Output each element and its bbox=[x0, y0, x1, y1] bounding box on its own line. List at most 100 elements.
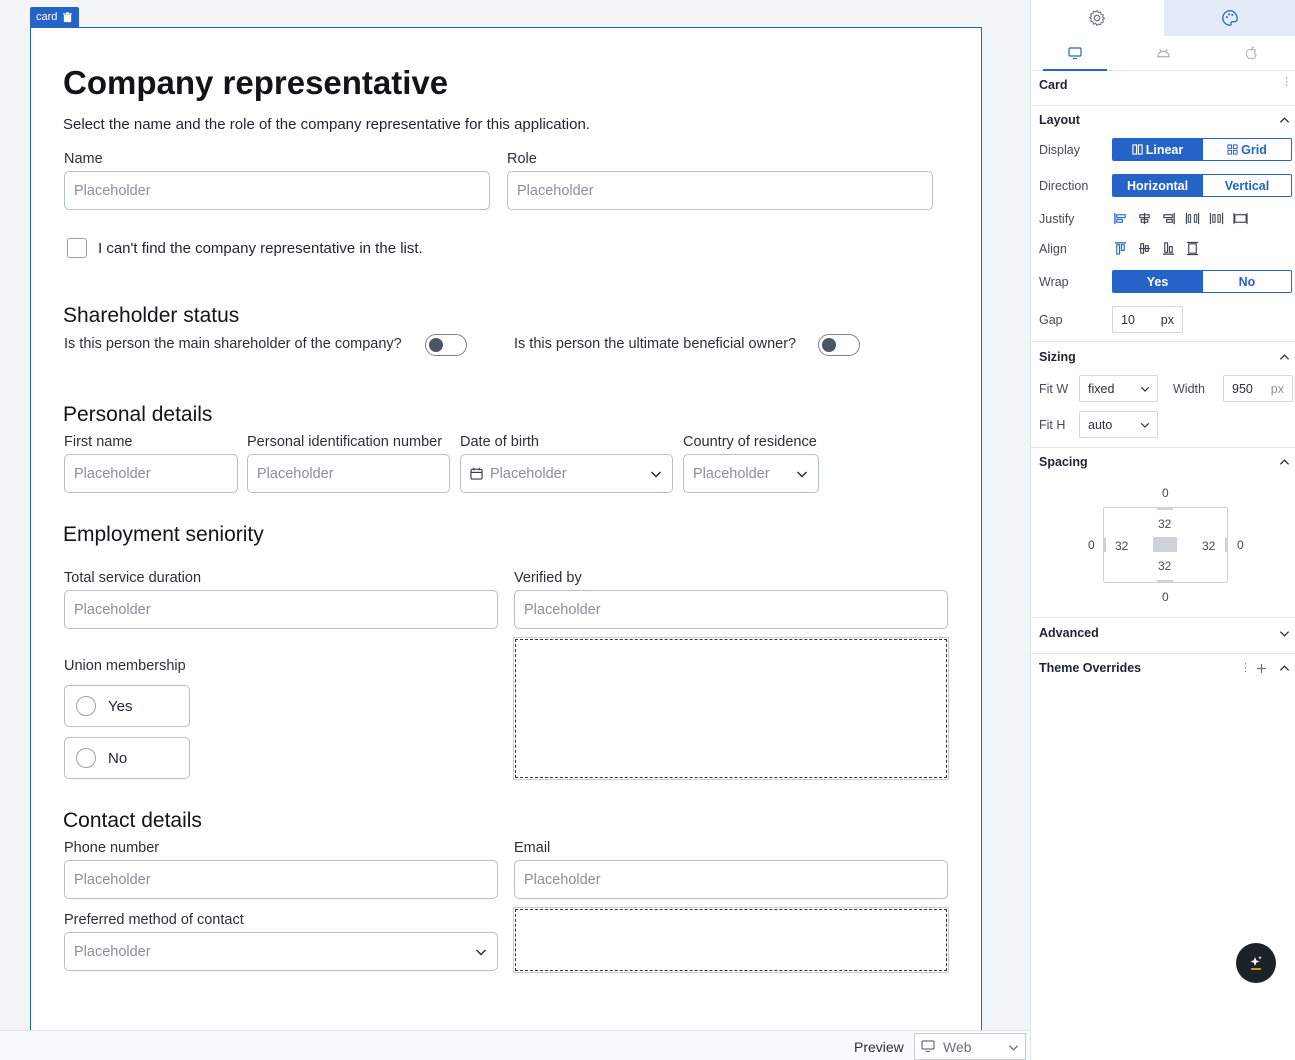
sizing-heading: Sizing bbox=[1039, 350, 1076, 364]
total-service-input[interactable]: Placeholder bbox=[64, 590, 498, 629]
display-label: Display bbox=[1039, 143, 1080, 157]
platform-tabs bbox=[1031, 36, 1295, 71]
align-end-icon[interactable] bbox=[1161, 241, 1176, 256]
chevron-down-icon bbox=[1008, 1045, 1019, 1051]
padding-right-value[interactable]: 32 bbox=[1202, 539, 1215, 553]
more-options-icon[interactable]: ⋮ bbox=[1281, 77, 1292, 88]
role-input[interactable]: Placeholder bbox=[507, 171, 933, 210]
phone-input[interactable]: Placeholder bbox=[64, 860, 498, 899]
padding-top-value[interactable]: 32 bbox=[1158, 517, 1171, 531]
justify-stretch-icon[interactable] bbox=[1233, 211, 1248, 226]
component-name: Card bbox=[1039, 78, 1068, 92]
justify-end-icon[interactable] bbox=[1161, 211, 1176, 226]
margin-bottom-value[interactable]: 0 bbox=[1162, 590, 1169, 604]
margin-left-handle[interactable] bbox=[1103, 538, 1106, 552]
chevron-up-icon[interactable] bbox=[1279, 663, 1290, 674]
direction-vertical-option[interactable]: Vertical bbox=[1202, 175, 1291, 196]
chevron-up-icon[interactable] bbox=[1279, 457, 1290, 468]
role-placeholder: Placeholder bbox=[517, 182, 594, 199]
trash-icon[interactable] bbox=[62, 11, 73, 23]
union-no-label: No bbox=[108, 749, 128, 767]
tab-ios[interactable] bbox=[1208, 36, 1295, 70]
pin-placeholder: Placeholder bbox=[257, 465, 334, 482]
align-center-icon[interactable] bbox=[1137, 241, 1152, 256]
chevron-down-icon bbox=[475, 949, 487, 956]
fit-height-select[interactable]: auto bbox=[1079, 411, 1158, 438]
verified-by-input[interactable]: Placeholder bbox=[514, 590, 948, 629]
width-label: Width bbox=[1173, 382, 1205, 396]
total-service-placeholder: Placeholder bbox=[74, 601, 151, 618]
preferred-contact-select[interactable]: Placeholder bbox=[64, 932, 498, 971]
radio-circle[interactable] bbox=[76, 748, 96, 768]
name-input[interactable]: Placeholder bbox=[64, 171, 490, 210]
align-stretch-icon[interactable] bbox=[1185, 241, 1200, 256]
preferred-contact-label: Preferred method of contact bbox=[64, 912, 244, 928]
display-grid-option[interactable]: Grid bbox=[1202, 139, 1291, 160]
justify-space-around-icon[interactable] bbox=[1209, 211, 1224, 226]
justify-space-between-icon[interactable] bbox=[1185, 211, 1200, 226]
margin-bottom-handle[interactable] bbox=[1157, 580, 1173, 583]
preview-device-value: Web bbox=[943, 1038, 972, 1055]
phone-label: Phone number bbox=[64, 840, 160, 856]
email-label: Email bbox=[514, 840, 551, 856]
padding-bottom-value[interactable]: 32 bbox=[1158, 559, 1171, 573]
wrap-segmented: Yes No bbox=[1112, 270, 1292, 293]
width-input[interactable]: 950 px bbox=[1223, 375, 1293, 402]
margin-right-value[interactable]: 0 bbox=[1237, 538, 1244, 552]
wrap-no-option[interactable]: No bbox=[1202, 271, 1291, 292]
direction-segmented: Horizontal Vertical bbox=[1112, 174, 1292, 197]
country-select[interactable]: Placeholder bbox=[683, 454, 819, 493]
main-shareholder-question: Is this person the main shareholder of t… bbox=[64, 336, 402, 352]
contact-heading: Contact details bbox=[63, 809, 202, 832]
gap-input[interactable]: 10 px bbox=[1112, 306, 1183, 333]
width-value: 950 bbox=[1232, 381, 1253, 396]
advanced-heading[interactable]: Advanced bbox=[1039, 626, 1099, 640]
toggle-knob bbox=[822, 338, 836, 352]
employment-heading: Employment seniority bbox=[63, 523, 264, 546]
country-placeholder: Placeholder bbox=[693, 465, 770, 482]
more-options-icon[interactable]: ⋮ bbox=[1240, 663, 1251, 674]
union-yes-option[interactable]: Yes bbox=[64, 685, 190, 727]
empty-drop-zone[interactable] bbox=[513, 637, 949, 780]
tab-web[interactable] bbox=[1031, 36, 1119, 71]
wrap-yes-option[interactable]: Yes bbox=[1113, 271, 1202, 292]
gap-value: 10 bbox=[1121, 312, 1135, 327]
chevron-up-icon[interactable] bbox=[1279, 115, 1290, 126]
email-placeholder: Placeholder bbox=[524, 871, 601, 888]
preview-device-select[interactable]: Web bbox=[914, 1033, 1026, 1060]
card[interactable]: Company representative Select the name a… bbox=[30, 27, 982, 1037]
main-shareholder-toggle[interactable] bbox=[425, 334, 467, 356]
justify-start-icon[interactable] bbox=[1113, 211, 1128, 226]
representative-checkbox[interactable] bbox=[67, 238, 87, 258]
tab-settings[interactable] bbox=[1031, 0, 1164, 36]
card-tag[interactable]: card bbox=[30, 7, 80, 27]
dob-input[interactable]: Placeholder bbox=[460, 454, 673, 493]
wrap-label: Wrap bbox=[1039, 275, 1069, 289]
margin-top-handle[interactable] bbox=[1157, 507, 1173, 510]
ai-assistant-button[interactable] bbox=[1236, 943, 1276, 983]
justify-center-icon[interactable] bbox=[1137, 211, 1152, 226]
padding-left-value[interactable]: 32 bbox=[1115, 539, 1128, 553]
tab-styles[interactable] bbox=[1163, 0, 1295, 36]
representative-checkbox-row[interactable]: I can't find the company representative … bbox=[67, 238, 423, 258]
fit-width-select[interactable]: fixed bbox=[1079, 375, 1158, 402]
chevron-down-icon[interactable] bbox=[1279, 628, 1290, 639]
chevron-up-icon[interactable] bbox=[1279, 352, 1290, 363]
beneficial-owner-toggle[interactable] bbox=[818, 334, 860, 356]
first-name-input[interactable]: Placeholder bbox=[64, 454, 238, 493]
margin-left-value[interactable]: 0 bbox=[1088, 538, 1095, 552]
radio-circle[interactable] bbox=[76, 696, 96, 716]
tab-android[interactable] bbox=[1119, 36, 1207, 70]
margin-top-value[interactable]: 0 bbox=[1162, 486, 1169, 500]
divider bbox=[1031, 653, 1295, 654]
empty-drop-zone[interactable] bbox=[513, 907, 949, 973]
union-no-option[interactable]: No bbox=[64, 737, 190, 779]
display-linear-option[interactable]: Linear bbox=[1113, 139, 1202, 160]
pin-input[interactable]: Placeholder bbox=[247, 454, 450, 493]
email-input[interactable]: Placeholder bbox=[514, 860, 948, 899]
plus-icon[interactable] bbox=[1256, 663, 1267, 674]
align-start-icon[interactable] bbox=[1113, 241, 1128, 256]
direction-horizontal-option[interactable]: Horizontal bbox=[1113, 175, 1202, 196]
divider bbox=[1031, 105, 1295, 106]
margin-right-handle[interactable] bbox=[1225, 538, 1228, 552]
